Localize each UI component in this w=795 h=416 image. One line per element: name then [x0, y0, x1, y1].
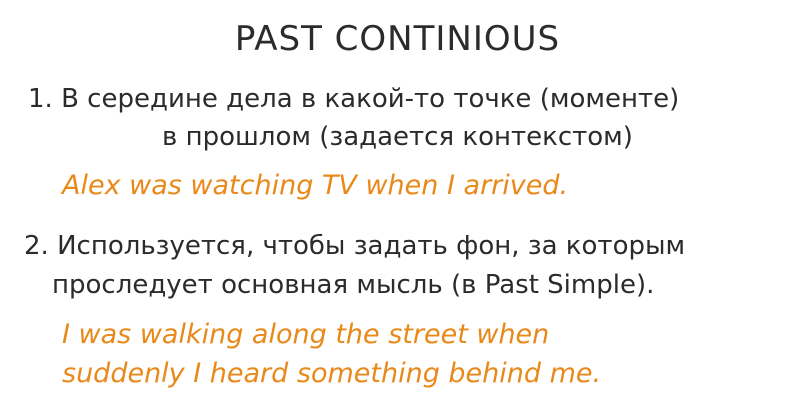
rule-1-example: Alex was watching TV when I arrived. [62, 170, 569, 201]
rule-2-example-line-1: I was walking along the street when [62, 319, 550, 350]
page-title: PAST CONTINIOUS [234, 19, 561, 59]
rule-1-line-2: в прошлом (задается контекстом) [162, 122, 633, 152]
rule-2-line-1: 2. Используется, чтобы задать фон, за ко… [24, 231, 686, 261]
rule-1-line-1: 1. В середине дела в какой-то точке (мом… [28, 84, 680, 114]
rule-2-example-line-2: suddenly I heard something behind me. [62, 358, 602, 389]
rule-2-line-2: проследует основная мысль (в Past Simple… [52, 270, 655, 300]
